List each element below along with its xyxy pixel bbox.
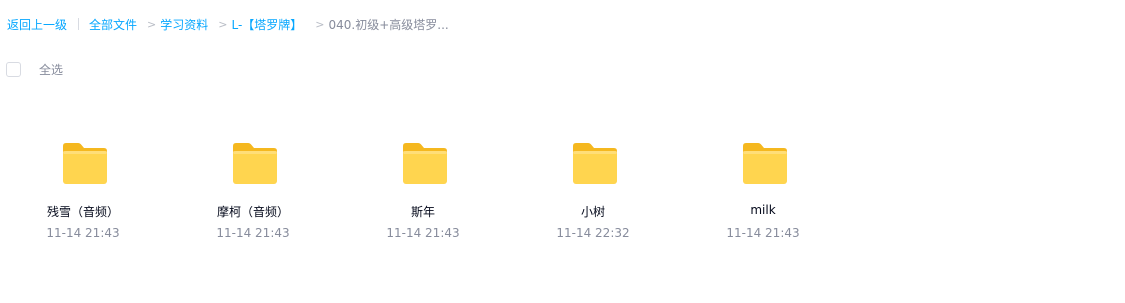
file-grid: 残雪（音频） 11-14 21:43 摩柯（音频） 11-14 21:43 斯年… — [0, 138, 1125, 248]
folder-time: 11-14 22:32 — [556, 226, 630, 240]
breadcrumb-item-study-materials[interactable]: 学习资料 — [160, 16, 208, 33]
back-link[interactable]: 返回上一级 — [7, 16, 67, 33]
folder-name: milk — [750, 203, 776, 217]
breadcrumb-separator: > — [147, 17, 157, 31]
breadcrumb-item-all-files[interactable]: 全部文件 — [89, 16, 137, 33]
folder-name: 摩柯（音频） — [216, 205, 289, 219]
select-all-checkbox[interactable] — [6, 62, 21, 77]
breadcrumb-separator: > — [218, 17, 228, 31]
folder-icon — [573, 143, 617, 184]
breadcrumb-separator: > — [315, 17, 325, 31]
folder-name: 小树 — [580, 205, 605, 219]
select-all-row: 全选 — [6, 61, 63, 78]
folder-icon — [403, 143, 447, 184]
folder-item[interactable]: 残雪（音频） 11-14 21:43 — [23, 138, 143, 248]
folder-item[interactable]: 斯年 11-14 21:43 — [363, 138, 483, 248]
breadcrumb-item-tarot[interactable]: L-【塔罗牌】 — [231, 16, 302, 33]
folder-item[interactable]: 小树 11-14 22:32 — [533, 138, 653, 248]
folder-icon — [743, 143, 787, 184]
breadcrumb-current: 040.初级+高级塔罗... — [328, 17, 449, 32]
breadcrumb-divider — [78, 18, 80, 30]
breadcrumb: 返回上一级 全部文件 > 学习资料 > L-【塔罗牌】 > 040.初级+高级塔… — [7, 14, 449, 34]
folder-time: 11-14 21:43 — [726, 226, 800, 240]
folder-icon — [233, 143, 277, 184]
folder-name: 残雪（音频） — [46, 205, 119, 219]
select-all-label: 全选 — [39, 63, 64, 77]
folder-time: 11-14 21:43 — [46, 226, 120, 240]
folder-icon — [63, 143, 107, 184]
folder-item[interactable]: milk 11-14 21:43 — [703, 138, 823, 248]
folder-time: 11-14 21:43 — [216, 226, 290, 240]
folder-name: 斯年 — [410, 205, 435, 219]
folder-item[interactable]: 摩柯（音频） 11-14 21:43 — [193, 138, 313, 248]
folder-time: 11-14 21:43 — [386, 226, 460, 240]
